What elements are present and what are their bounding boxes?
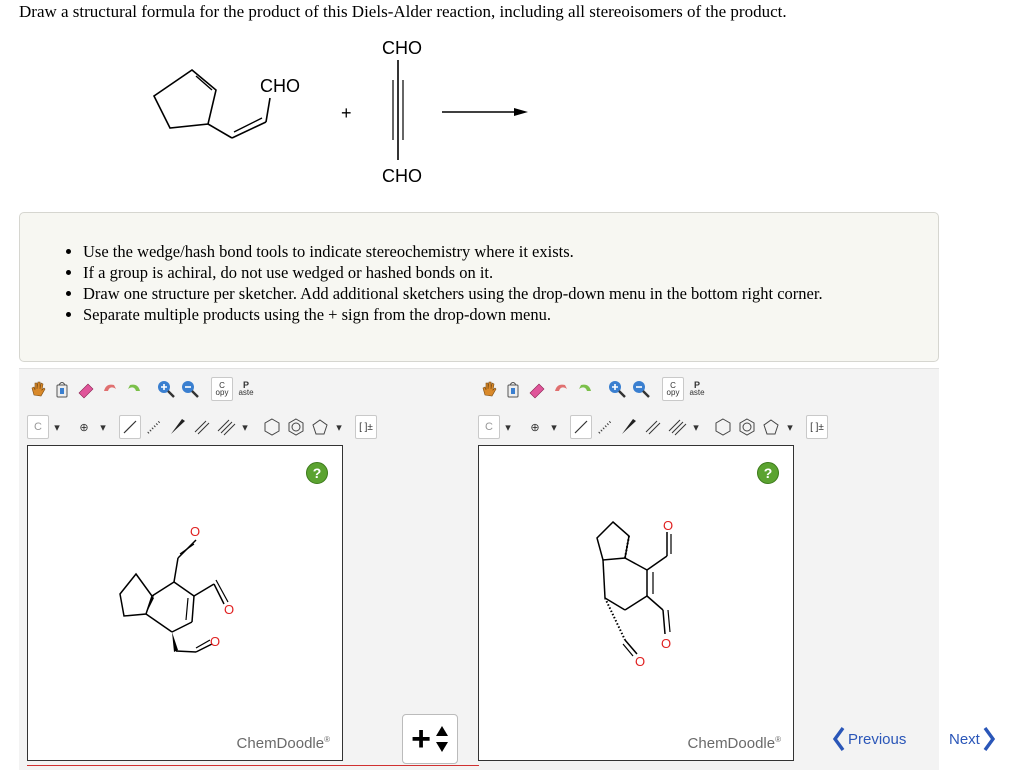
chevron-down-icon[interactable]: ▾ [333,415,345,439]
reaction-diagram: CHO + CHO CHO [152,38,528,186]
bracket-tool-button[interactable]: [ ]± [806,415,828,439]
hash-bond-icon[interactable] [594,415,616,439]
oxygen-atom-label: O [210,634,220,649]
instructions-panel: Use the wedge/hash bond tools to indicat… [19,212,939,362]
chemdoodle-brand: ChemDoodle® [687,735,781,752]
question-text: Draw a structural formula for the produc… [19,2,787,21]
bracket-tool-button[interactable]: [ ]± [355,415,377,439]
charge-plus-icon[interactable]: ⊕ [73,415,95,439]
hexagon-ring-icon[interactable] [712,415,734,439]
atom-label-select[interactable]: C [27,415,49,439]
copy-button[interactable]: Copy [211,377,233,401]
product-structure-2: O O O [596,518,673,669]
plus-sign: + [341,103,352,123]
sketcher-2: Copy Paste C ▾ ⊕ ▾ ▾ ▾ [ ]± ? O O O Chem… [470,369,828,771]
next-label: Next [949,730,980,748]
next-button[interactable]: Next [949,726,996,752]
plus-icon: + [411,720,431,758]
oxygen-atom-label: O [635,654,645,669]
reaction-scheme: CHO + CHO CHO [120,32,560,202]
lasso-clear-icon[interactable] [502,377,524,401]
benzene-ring-icon[interactable] [736,415,758,439]
up-down-arrows-icon [435,726,448,752]
oxygen-atom-label: O [661,636,671,651]
oxygen-atom-label: O [663,518,673,533]
previous-button[interactable]: Previous [832,726,906,752]
instruction-item: Use the wedge/hash bond tools to indicat… [83,241,938,262]
previous-label: Previous [848,730,907,748]
chevron-down-icon[interactable]: ▾ [239,415,251,439]
redo-icon[interactable] [123,377,145,401]
charge-plus-icon[interactable]: ⊕ [524,415,546,439]
instruction-item: Separate multiple products using the + s… [83,304,938,325]
double-bond-icon[interactable] [642,415,664,439]
zoom-in-icon[interactable] [155,377,177,401]
dienophile-top-label: CHO [382,38,422,58]
dienophile-bottom-label: CHO [382,166,422,186]
undo-icon[interactable] [550,377,572,401]
pentagon-ring-icon[interactable] [309,415,331,439]
chevron-down-icon[interactable]: ▾ [784,415,796,439]
sketch-canvas[interactable]: ? O O O ChemDoodle® [27,445,343,761]
hash-bond-icon[interactable] [143,415,165,439]
redo-icon[interactable] [574,377,596,401]
eraser-icon[interactable] [75,377,97,401]
chemdoodle-brand: ChemDoodle® [236,735,330,752]
toolbar-row-2: C ▾ ⊕ ▾ ▾ ▾ [ ]± [478,413,828,441]
product-structure-1: O O O [119,524,234,653]
toolbar-row-1: Copy Paste [27,375,257,403]
zoom-out-icon[interactable] [179,377,201,401]
reaction-arrow-icon [442,108,528,116]
hand-tool-icon[interactable] [27,377,49,401]
triple-bond-icon[interactable] [215,415,237,439]
diene-structure [152,68,271,139]
copy-button[interactable]: Copy [662,377,684,401]
pentagon-ring-icon[interactable] [760,415,782,439]
sketcher-1: Copy Paste C ▾ ⊕ ▾ ▾ ▾ [ ]± ? O O O Chem… [19,369,377,771]
oxygen-atom-label: O [190,524,200,539]
oxygen-atom-label: O [224,602,234,617]
hexagon-ring-icon[interactable] [261,415,283,439]
divider-line [27,765,479,766]
chevron-down-icon[interactable]: ▾ [690,415,702,439]
single-bond-icon[interactable] [119,415,141,439]
chevron-down-icon[interactable]: ▾ [97,415,109,439]
diene-aldehyde-label: CHO [260,76,300,96]
paste-button[interactable]: Paste [686,377,708,401]
instruction-item: Draw one structure per sketcher. Add add… [83,283,938,304]
add-sketcher-dropdown[interactable]: + [402,714,458,764]
toolbar-row-2: C ▾ ⊕ ▾ ▾ ▾ [ ]± [27,413,377,441]
eraser-icon[interactable] [526,377,548,401]
sketch-area: Copy Paste C ▾ ⊕ ▾ ▾ ▾ [ ]± ? O O O Chem… [19,368,939,770]
double-bond-icon[interactable] [191,415,213,439]
dienophile-structure [392,60,404,160]
chevron-left-icon [832,727,845,751]
wedge-bond-icon[interactable] [167,415,189,439]
wedge-bond-icon[interactable] [618,415,640,439]
paste-button[interactable]: Paste [235,377,257,401]
benzene-ring-icon[interactable] [285,415,307,439]
zoom-in-icon[interactable] [606,377,628,401]
chevron-down-icon[interactable]: ▾ [51,415,63,439]
undo-icon[interactable] [99,377,121,401]
instruction-item: If a group is achiral, do not use wedged… [83,262,938,283]
chevron-down-icon[interactable]: ▾ [502,415,514,439]
sketch-canvas[interactable]: ? O O O ChemDoodle® [478,445,794,761]
zoom-out-icon[interactable] [630,377,652,401]
lasso-clear-icon[interactable] [51,377,73,401]
hand-tool-icon[interactable] [478,377,500,401]
chevron-right-icon [983,727,995,751]
chevron-down-icon[interactable]: ▾ [548,415,560,439]
single-bond-icon[interactable] [570,415,592,439]
toolbar-row-1: Copy Paste [478,375,708,403]
instructions-list: Use the wedge/hash bond tools to indicat… [20,241,938,325]
atom-label-select[interactable]: C [478,415,500,439]
triple-bond-icon[interactable] [666,415,688,439]
